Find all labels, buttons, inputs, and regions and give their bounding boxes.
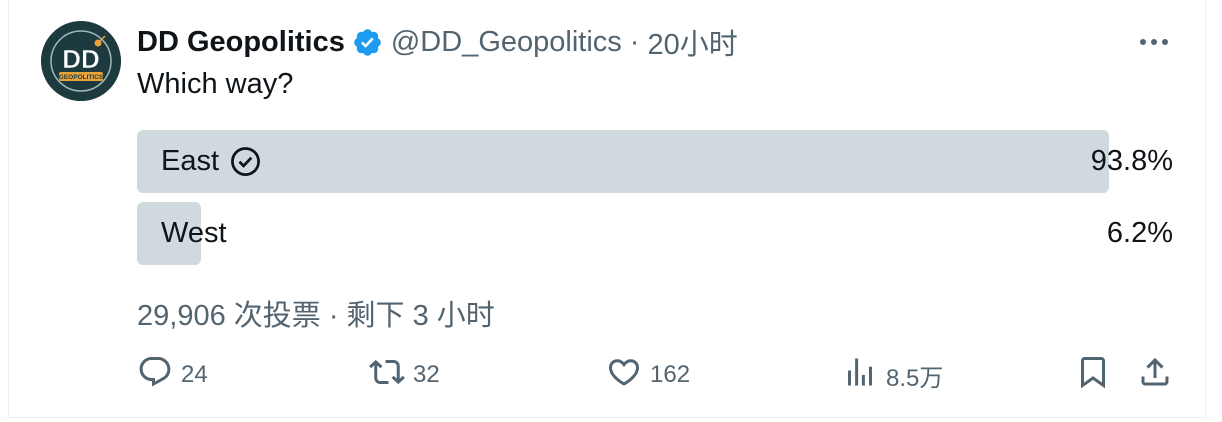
reply-icon: [137, 354, 173, 397]
poll-label-east: East: [161, 130, 262, 193]
avatar[interactable]: DD GEOPOLITICS: [41, 21, 121, 101]
tweet-text: Which way?: [137, 68, 294, 100]
poll-option-west: West 6.2%: [137, 202, 1173, 265]
poll-option-label: West: [161, 217, 227, 249]
author-handle[interactable]: @DD_Geopolitics: [391, 26, 622, 59]
header-separator: ·: [629, 25, 640, 58]
poll-label-west: West: [161, 202, 227, 265]
more-icon[interactable]: [1134, 27, 1174, 57]
check-circle-icon: [229, 145, 262, 178]
repost-icon: [369, 354, 405, 397]
avatar-subtext: GEOPOLITICS: [59, 74, 104, 81]
repost-count: 32: [413, 361, 440, 388]
bookmark-button[interactable]: [1075, 355, 1111, 395]
avatar-logo-icon: DD GEOPOLITICS: [41, 21, 121, 101]
views-count: 8.5万: [886, 364, 944, 392]
poll-percent-east: 93.8%: [1090, 145, 1173, 177]
like-button[interactable]: 162: [606, 355, 690, 395]
reply-button[interactable]: 24: [137, 355, 208, 395]
poll-option-label: East: [161, 145, 220, 177]
repost-button[interactable]: 32: [369, 355, 440, 395]
poll-percent-west: 6.2%: [1106, 217, 1173, 249]
bookmark-icon: [1075, 354, 1111, 397]
views-icon: [842, 354, 878, 397]
author-name[interactable]: DD Geopolitics: [137, 26, 345, 59]
share-icon: [1137, 354, 1173, 397]
poll-bar-east: [137, 130, 1109, 193]
tweet-header: DD Geopolitics @DD_Geopolitics · 20小时: [137, 21, 738, 63]
avatar-text: DD: [62, 44, 100, 74]
verified-badge-icon[interactable]: [352, 27, 383, 58]
like-count: 162: [650, 361, 691, 388]
reply-count: 24: [181, 361, 208, 388]
share-button[interactable]: [1137, 355, 1173, 395]
poll-meta: 29,906 次投票 · 剩下 3 小时: [137, 300, 495, 332]
views-button[interactable]: 8.5万: [842, 355, 943, 395]
tweet-time[interactable]: 20小时: [647, 21, 737, 63]
poll-option-east: East 93.8%: [137, 130, 1173, 193]
like-icon: [606, 354, 642, 397]
